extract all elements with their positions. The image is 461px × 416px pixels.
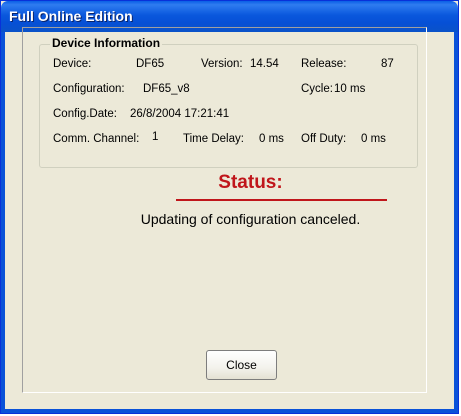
release-value: 87 xyxy=(381,58,394,70)
config-date-label: Config.Date: xyxy=(53,108,117,120)
device-value: DF65 xyxy=(136,58,165,70)
status-underline xyxy=(176,199,387,201)
release-label: Release: xyxy=(301,58,347,70)
status-message: Updating of configuration canceled. xyxy=(140,211,361,227)
configuration-label: Configuration: xyxy=(53,83,125,95)
off-duty-label: Off Duty: xyxy=(301,133,347,145)
config-date-value: 26/8/2004 17:21:41 xyxy=(130,108,230,120)
window-frame-bottom xyxy=(1,409,458,413)
version-value: 14.54 xyxy=(250,58,279,70)
comm-channel-value: 1 xyxy=(152,131,159,143)
device-label: Device: xyxy=(53,58,92,70)
comm-channel-label: Comm. Channel: xyxy=(53,133,140,145)
off-duty-value: 0 ms xyxy=(361,133,386,145)
status-heading: Status: xyxy=(218,172,283,193)
close-button[interactable]: Close xyxy=(206,350,277,380)
time-delay-label: Time Delay: xyxy=(183,133,244,145)
device-information-legend: Device Information xyxy=(50,36,163,50)
window-title: Full Online Edition xyxy=(9,8,133,24)
time-delay-value: 0 ms xyxy=(259,133,284,145)
version-label: Version: xyxy=(201,58,243,70)
configuration-value: DF65_v8 xyxy=(143,83,190,95)
cycle-value: 10 ms xyxy=(334,83,366,95)
cycle-label: Cycle: xyxy=(301,83,333,95)
